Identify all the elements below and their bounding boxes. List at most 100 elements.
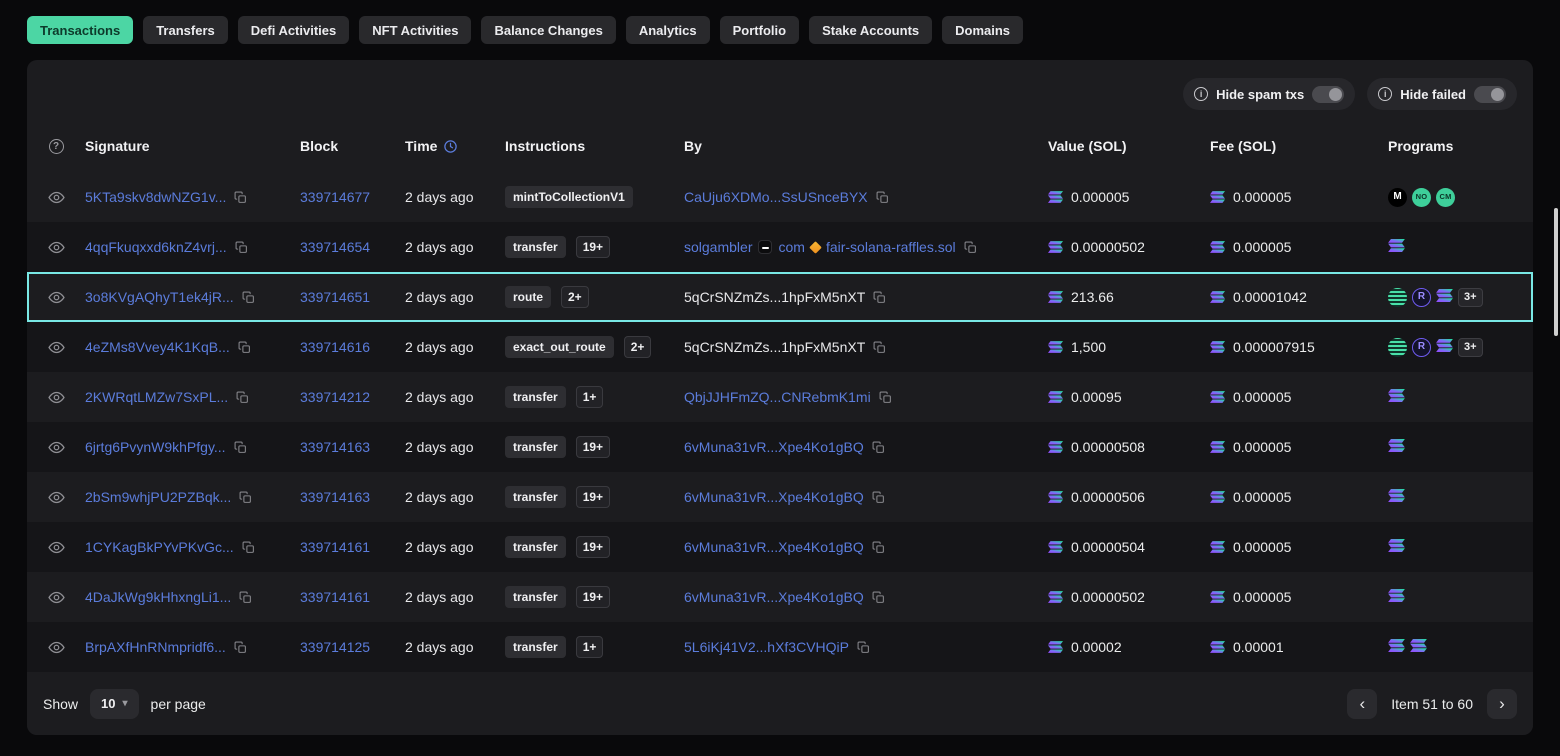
tab-transactions[interactable]: Transactions xyxy=(27,16,133,44)
view-transaction-button[interactable] xyxy=(48,539,65,556)
tab-defi-activities[interactable]: Defi Activities xyxy=(238,16,350,44)
jupiter-program-icon[interactable] xyxy=(1388,288,1407,307)
view-transaction-button[interactable] xyxy=(48,439,65,456)
copy-by-address-button[interactable] xyxy=(857,641,870,654)
by-address-link[interactable]: 6vMuna31vR...Xpe4Ko1gBQ xyxy=(684,539,864,555)
view-transaction-button[interactable] xyxy=(48,339,65,356)
tab-analytics[interactable]: Analytics xyxy=(626,16,710,44)
by-domain-link[interactable]: solgambler xyxy=(684,239,752,255)
tab-transfers[interactable]: Transfers xyxy=(143,16,228,44)
no-program-icon[interactable]: NO xyxy=(1412,188,1431,207)
tab-portfolio[interactable]: Portfolio xyxy=(720,16,799,44)
view-transaction-button[interactable] xyxy=(48,639,65,656)
view-transaction-button[interactable] xyxy=(48,289,65,306)
solana-program-icon[interactable] xyxy=(1388,539,1405,555)
hide-spam-switch[interactable] xyxy=(1312,86,1344,103)
block-link[interactable]: 339714163 xyxy=(300,439,370,455)
block-link[interactable]: 339714654 xyxy=(300,239,370,255)
solana-program-icon[interactable] xyxy=(1436,339,1453,355)
more-programs-badge[interactable]: 3+ xyxy=(1458,338,1483,357)
by-domain-link[interactable]: fair-solana-raffles.sol xyxy=(826,239,956,255)
signature-link[interactable]: 6jrtg6PvynW9khPfgy... xyxy=(85,439,226,455)
view-transaction-button[interactable] xyxy=(48,189,65,206)
signature-link[interactable]: 4DaJkWg9kHhxngLi1... xyxy=(85,589,231,605)
copy-signature-button[interactable] xyxy=(238,341,251,354)
raydium-program-icon[interactable]: R xyxy=(1412,338,1431,357)
by-address-link[interactable]: 5L6iKj41V2...hXf3CVHQiP xyxy=(684,639,849,655)
prev-page-button[interactable]: ‹ xyxy=(1347,689,1377,719)
copy-signature-button[interactable] xyxy=(234,191,247,204)
signature-link[interactable]: BrpAXfHnRNmpridf6... xyxy=(85,639,226,655)
signature-link[interactable]: 4eZMs8Vvey4K1KqB... xyxy=(85,339,230,355)
solana-program-icon[interactable] xyxy=(1388,589,1405,605)
solana-program-icon[interactable] xyxy=(1388,439,1405,455)
block-link[interactable]: 339714651 xyxy=(300,289,370,305)
metaplex-program-icon[interactable]: M xyxy=(1388,188,1407,207)
copy-signature-button[interactable] xyxy=(239,491,252,504)
copy-by-address-button[interactable] xyxy=(872,491,885,504)
signature-link[interactable]: 3o8KVgAQhyT1ek4jR... xyxy=(85,289,234,305)
copy-signature-button[interactable] xyxy=(242,541,255,554)
solana-program-icon[interactable] xyxy=(1388,639,1405,655)
copy-signature-button[interactable] xyxy=(242,291,255,304)
page-size-select[interactable]: 10 ▾ xyxy=(90,689,139,719)
solana-program-icon[interactable] xyxy=(1410,639,1427,655)
copy-by-address-button[interactable] xyxy=(876,191,889,204)
hide-failed-toggle-group[interactable]: i Hide failed xyxy=(1367,78,1517,110)
raydium-program-icon[interactable]: R xyxy=(1412,288,1431,307)
block-link[interactable]: 339714125 xyxy=(300,639,370,655)
more-programs-badge[interactable]: 3+ xyxy=(1458,288,1483,307)
signature-link[interactable]: 1CYKagBkPYvPKvGc... xyxy=(85,539,234,555)
copy-signature-button[interactable] xyxy=(234,441,247,454)
copy-by-address-button[interactable] xyxy=(872,541,885,554)
help-icon[interactable]: ? xyxy=(49,139,64,154)
copy-by-address-button[interactable] xyxy=(872,441,885,454)
signature-link[interactable]: 4qqFkuqxxd6knZ4vrj... xyxy=(85,239,227,255)
view-transaction-button[interactable] xyxy=(48,489,65,506)
solana-program-icon[interactable] xyxy=(1388,489,1405,505)
view-transaction-button[interactable] xyxy=(48,389,65,406)
tab-stake-accounts[interactable]: Stake Accounts xyxy=(809,16,932,44)
cm-program-icon[interactable]: CM xyxy=(1436,188,1455,207)
clock-icon[interactable] xyxy=(443,139,458,154)
signature-link[interactable]: 5KTa9skv8dwNZG1v... xyxy=(85,189,226,205)
scrollbar-thumb[interactable] xyxy=(1554,208,1558,336)
solana-program-icon[interactable] xyxy=(1388,389,1405,405)
copy-by-address-button[interactable] xyxy=(873,291,886,304)
hide-failed-switch[interactable] xyxy=(1474,86,1506,103)
block-link[interactable]: 339714163 xyxy=(300,489,370,505)
by-domain-link[interactable]: com xyxy=(778,239,804,255)
copy-signature-button[interactable] xyxy=(235,241,248,254)
copy-signature-button[interactable] xyxy=(239,591,252,604)
copy-by-address-button[interactable] xyxy=(879,391,892,404)
block-link[interactable]: 339714616 xyxy=(300,339,370,355)
signature-link[interactable]: 2bSm9whjPU2PZBqk... xyxy=(85,489,231,505)
sol-icon xyxy=(1048,491,1063,503)
copy-by-address-button[interactable] xyxy=(873,341,886,354)
copy-signature-button[interactable] xyxy=(234,641,247,654)
copy-signature-button[interactable] xyxy=(236,391,249,404)
tab-domains[interactable]: Domains xyxy=(942,16,1023,44)
by-address-link[interactable]: 6vMuna31vR...Xpe4Ko1gBQ xyxy=(684,589,864,605)
by-address-link[interactable]: QbjJJHFmZQ...CNRebmK1mi xyxy=(684,389,871,405)
solana-program-icon[interactable] xyxy=(1436,289,1453,305)
signature-link[interactable]: 2KWRqtLMZw7SxPL... xyxy=(85,389,228,405)
block-link[interactable]: 339714161 xyxy=(300,539,370,555)
copy-by-address-button[interactable] xyxy=(872,591,885,604)
next-page-button[interactable]: › xyxy=(1487,689,1517,719)
tab-nft-activities[interactable]: NFT Activities xyxy=(359,16,471,44)
per-page-label: per page xyxy=(151,696,206,712)
jupiter-program-icon[interactable] xyxy=(1388,338,1407,357)
block-link[interactable]: 339714212 xyxy=(300,389,370,405)
solana-program-icon[interactable] xyxy=(1388,239,1405,255)
tab-balance-changes[interactable]: Balance Changes xyxy=(481,16,615,44)
view-transaction-button[interactable] xyxy=(48,239,65,256)
hide-spam-toggle-group[interactable]: i Hide spam txs xyxy=(1183,78,1355,110)
copy-by-address-button[interactable] xyxy=(964,241,977,254)
block-link[interactable]: 339714677 xyxy=(300,189,370,205)
view-transaction-button[interactable] xyxy=(48,589,65,606)
by-address-link[interactable]: 6vMuna31vR...Xpe4Ko1gBQ xyxy=(684,489,864,505)
by-address-link[interactable]: CaUju6XDMo...SsUSnceBYX xyxy=(684,189,868,205)
block-link[interactable]: 339714161 xyxy=(300,589,370,605)
by-address-link[interactable]: 6vMuna31vR...Xpe4Ko1gBQ xyxy=(684,439,864,455)
